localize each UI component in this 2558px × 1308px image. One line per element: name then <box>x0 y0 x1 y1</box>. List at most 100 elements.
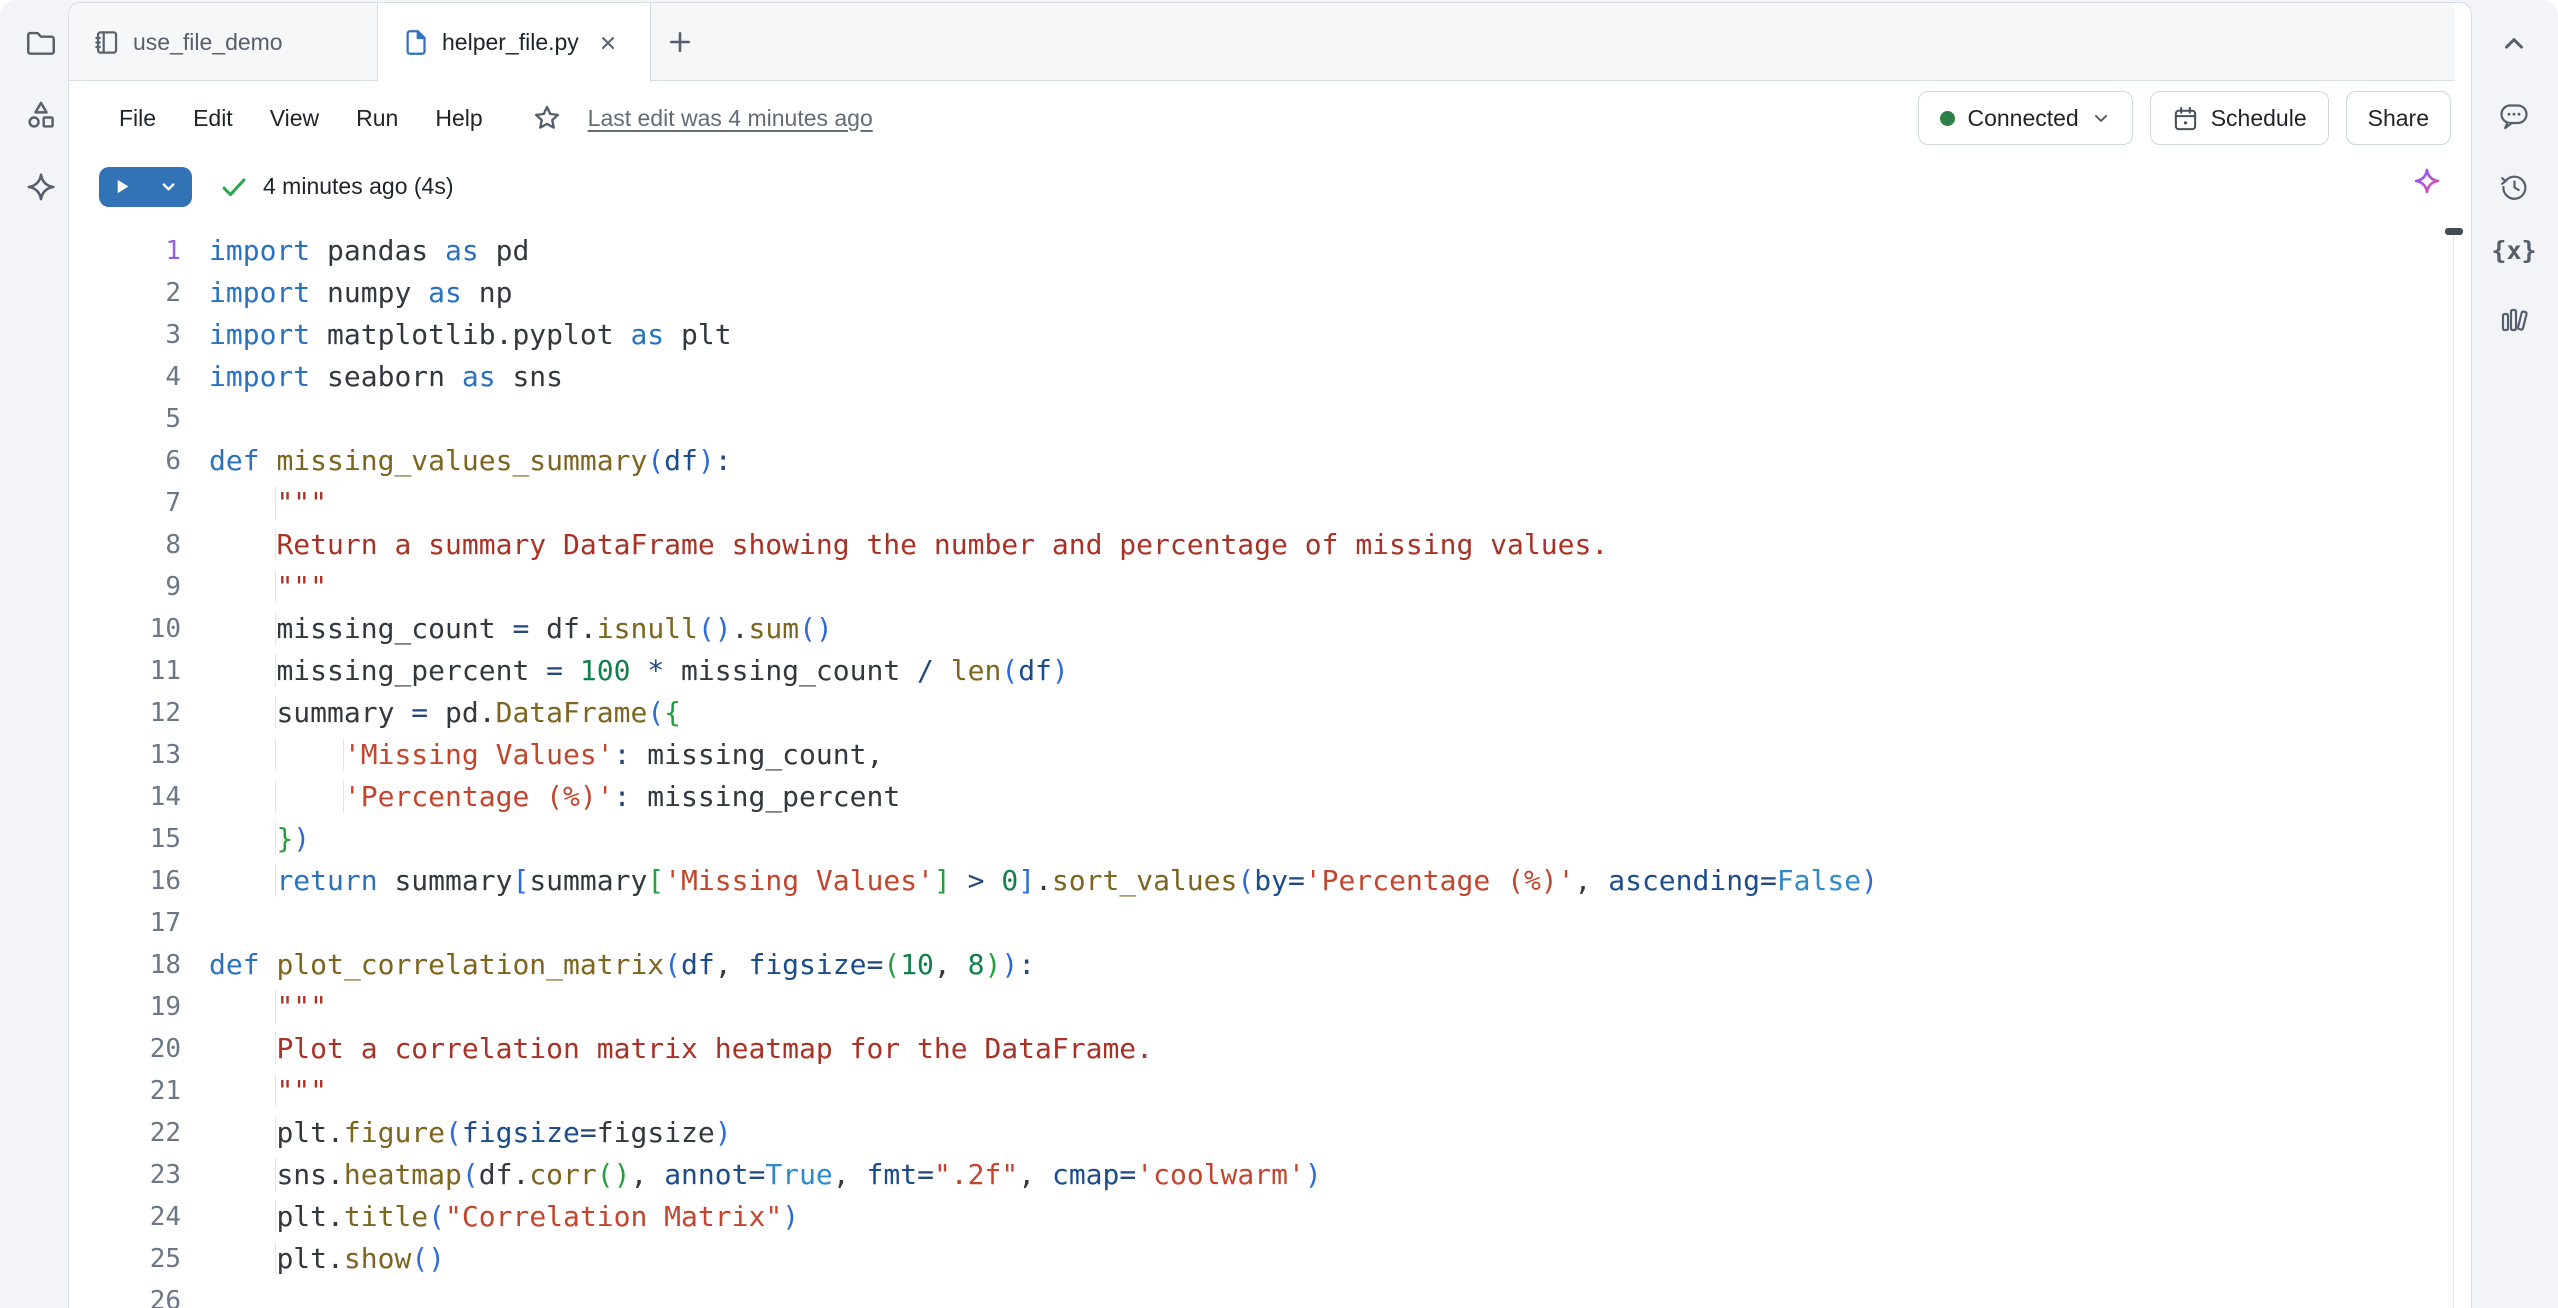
code-line: 16 return summary[summary['Missing Value… <box>69 860 2471 902</box>
menu-view[interactable]: View <box>268 101 321 136</box>
blocks-button[interactable] <box>19 92 63 136</box>
variables-button[interactable]: {x} <box>2492 228 2536 272</box>
code-line: 6def missing_values_summary(df): <box>69 440 2471 482</box>
history-button[interactable] <box>2492 165 2536 209</box>
sparkle-icon <box>24 170 58 204</box>
line-number: 7 <box>69 482 181 524</box>
line-number: 26 <box>69 1280 181 1308</box>
charts-button[interactable] <box>2492 297 2536 341</box>
code-editor[interactable]: 1import pandas as pd2import numpy as np3… <box>69 218 2471 1308</box>
connected-label: Connected <box>1967 105 2078 132</box>
run-options-button[interactable] <box>146 167 193 207</box>
run-status: 4 minutes ago (4s) <box>220 173 453 201</box>
connection-status-dot <box>1940 111 1955 126</box>
code-line: 7 """ <box>69 482 2471 524</box>
variables-icon: {x} <box>2491 236 2536 265</box>
code-line: 24 plt.title("Correlation Matrix") <box>69 1196 2471 1238</box>
line-number: 8 <box>69 524 181 566</box>
code-text: import pandas as pd <box>209 230 529 272</box>
tab-use-file-demo[interactable]: use_file_demo <box>69 3 378 81</box>
code-text: summary = pd.DataFrame({ <box>209 692 681 734</box>
line-number: 2 <box>69 272 181 314</box>
run-button[interactable] <box>99 167 146 207</box>
comments-icon <box>2498 100 2530 132</box>
code-text: plt.title("Correlation Matrix") <box>209 1196 799 1238</box>
line-number: 12 <box>69 692 181 734</box>
plus-icon <box>666 28 694 56</box>
line-number: 10 <box>69 608 181 650</box>
calendar-icon <box>2172 105 2199 132</box>
code-text: import numpy as np <box>209 272 512 314</box>
code-line: 22 plt.figure(figsize=figsize) <box>69 1112 2471 1154</box>
chevron-up-icon <box>2499 29 2529 59</box>
code-text: 'Percentage (%)': missing_percent <box>209 776 900 818</box>
chevron-down-icon <box>159 177 178 196</box>
code-text: """ <box>209 566 327 608</box>
line-number: 25 <box>69 1238 181 1280</box>
line-number: 9 <box>69 566 181 608</box>
code-line: 19 """ <box>69 986 2471 1028</box>
shapes-icon <box>24 97 58 131</box>
last-edit-link[interactable]: Last edit was 4 minutes ago <box>588 105 873 132</box>
line-number: 11 <box>69 650 181 692</box>
code-line: 5 <box>69 398 2471 440</box>
new-tab-button[interactable] <box>651 3 709 81</box>
notebook-card: use_file_demo helper_file.py <box>68 2 2472 1308</box>
ai-assist-button[interactable] <box>2411 165 2443 197</box>
ai-sparkle-icon <box>2411 165 2443 197</box>
code-line: 26 <box>69 1280 2471 1308</box>
code-line: 2 import numpy as np <box>69 272 2471 314</box>
tab-helper-file[interactable]: helper_file.py <box>378 3 651 82</box>
code-line: 11 missing_percent = 100 * missing_count… <box>69 650 2471 692</box>
code-line: 21 """ <box>69 1070 2471 1112</box>
menu-file[interactable]: File <box>117 101 158 136</box>
code-text: }) <box>209 818 310 860</box>
charts-icon <box>2498 303 2530 335</box>
check-icon <box>220 173 248 201</box>
schedule-button[interactable]: Schedule <box>2150 91 2329 145</box>
scrollbar-track <box>2453 234 2454 1308</box>
code-text: def missing_values_summary(df): <box>209 440 732 482</box>
code-text: import matplotlib.pyplot as plt <box>209 314 732 356</box>
run-split-button[interactable] <box>99 167 192 207</box>
notebook-icon <box>93 29 120 56</box>
code-text: sns.heatmap(df.corr(), annot=True, fmt="… <box>209 1154 1322 1196</box>
code-line: 15 }) <box>69 818 2471 860</box>
code-text: plt.figure(figsize=figsize) <box>209 1112 732 1154</box>
code-text: """ <box>209 482 327 524</box>
code-line: 18def plot_correlation_matrix(df, figsiz… <box>69 944 2471 986</box>
line-number: 17 <box>69 902 181 944</box>
close-icon[interactable] <box>598 33 618 53</box>
run-toolbar: 4 minutes ago (4s) <box>69 155 2471 218</box>
line-number: 15 <box>69 818 181 860</box>
line-number: 21 <box>69 1070 181 1112</box>
menu-help[interactable]: Help <box>433 101 484 136</box>
line-number: 4 <box>69 356 181 398</box>
menu-edit[interactable]: Edit <box>191 101 235 136</box>
code-line: 9 """ <box>69 566 2471 608</box>
schedule-label: Schedule <box>2211 105 2307 132</box>
scrollbar-thumb[interactable] <box>2445 228 2463 235</box>
code-text: import seaborn as sns <box>209 356 563 398</box>
share-button[interactable]: Share <box>2346 91 2451 145</box>
line-number: 18 <box>69 944 181 986</box>
favorite-button[interactable] <box>532 103 562 133</box>
file-icon <box>402 29 429 56</box>
collapse-panel-button[interactable] <box>2492 22 2536 66</box>
line-number: 13 <box>69 734 181 776</box>
folder-icon <box>24 25 58 59</box>
connected-button[interactable]: Connected <box>1918 91 2132 145</box>
ai-sidebar-button[interactable] <box>19 165 63 209</box>
history-icon <box>2498 171 2530 203</box>
tab-label: use_file_demo <box>133 29 283 56</box>
play-icon <box>114 178 131 195</box>
files-button[interactable] <box>19 20 63 64</box>
menu-run[interactable]: Run <box>354 101 400 136</box>
chevron-down-icon <box>2091 108 2111 128</box>
code-line: 4 import seaborn as sns <box>69 356 2471 398</box>
tab-bar: use_file_demo helper_file.py <box>69 3 2455 81</box>
comments-button[interactable] <box>2492 94 2536 138</box>
code-line: 25 plt.show() <box>69 1238 2471 1280</box>
code-line: 20 Plot a correlation matrix heatmap for… <box>69 1028 2471 1070</box>
right-sidebar: {x} <box>2472 0 2558 1308</box>
